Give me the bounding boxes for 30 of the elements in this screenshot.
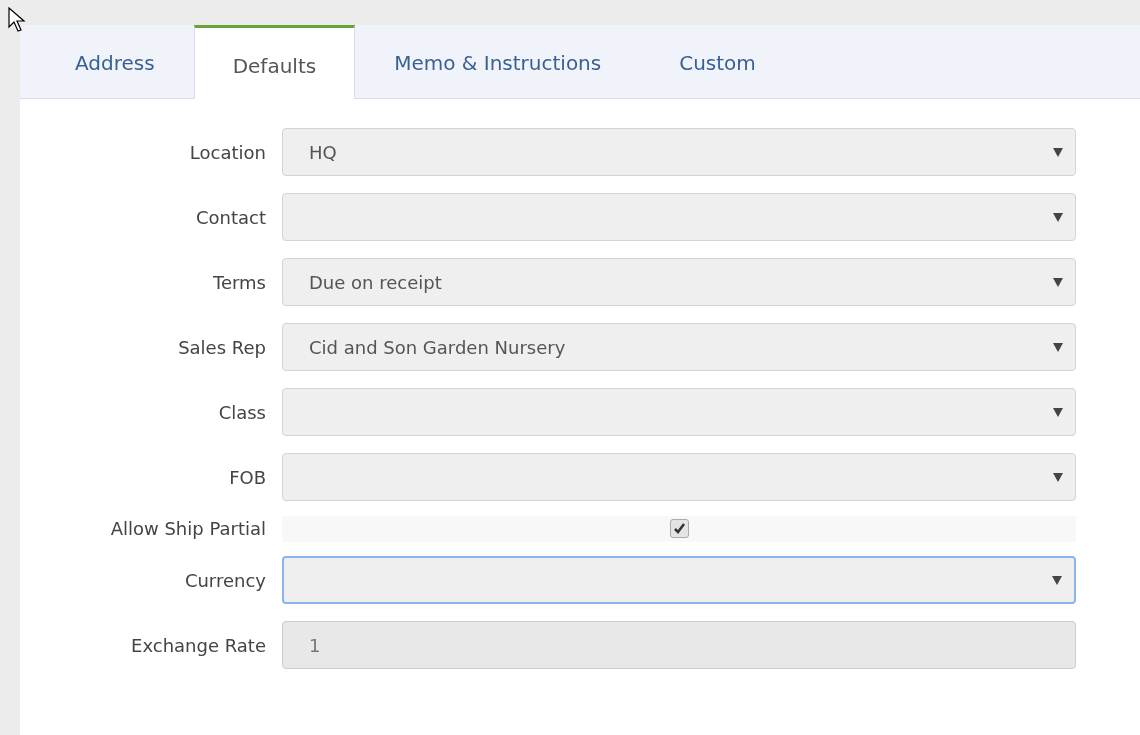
tab[interactable]: Custom — [640, 25, 795, 98]
select-field[interactable]: Due on receipt — [282, 258, 1076, 306]
caret-icon — [1053, 277, 1063, 287]
caret-icon — [1053, 147, 1063, 157]
field-label: Terms — [212, 271, 266, 293]
checkbox[interactable] — [669, 519, 689, 538]
field-label: Allow Ship Partial — [109, 518, 266, 539]
field-label: FOB — [228, 466, 266, 488]
field-label: Location — [188, 141, 266, 163]
caret-icon — [1053, 407, 1063, 417]
select-field[interactable]: Cid and Son Garden Nursery — [282, 323, 1076, 371]
tab[interactable]: Defaults — [193, 25, 356, 99]
select-field[interactable] — [282, 556, 1076, 604]
field-label: Exchange Rate — [130, 634, 266, 656]
caret-icon — [1053, 342, 1063, 352]
field-label: Contact — [194, 206, 266, 228]
tab[interactable]: Address — [36, 25, 194, 98]
field-label: Sales Rep — [177, 336, 266, 358]
cursor-icon — [8, 7, 28, 33]
checkmark-icon — [672, 522, 686, 535]
caret-icon — [1052, 575, 1062, 585]
field-label: Currency — [183, 569, 266, 591]
select-field[interactable] — [282, 453, 1076, 501]
select-field[interactable]: HQ — [282, 128, 1076, 176]
select-field[interactable] — [282, 193, 1076, 241]
tab[interactable]: Memo & Instructions — [355, 25, 641, 98]
caret-icon — [1053, 472, 1063, 482]
select-field[interactable] — [282, 388, 1076, 436]
field-label: Class — [217, 401, 266, 423]
caret-icon — [1053, 212, 1063, 222]
